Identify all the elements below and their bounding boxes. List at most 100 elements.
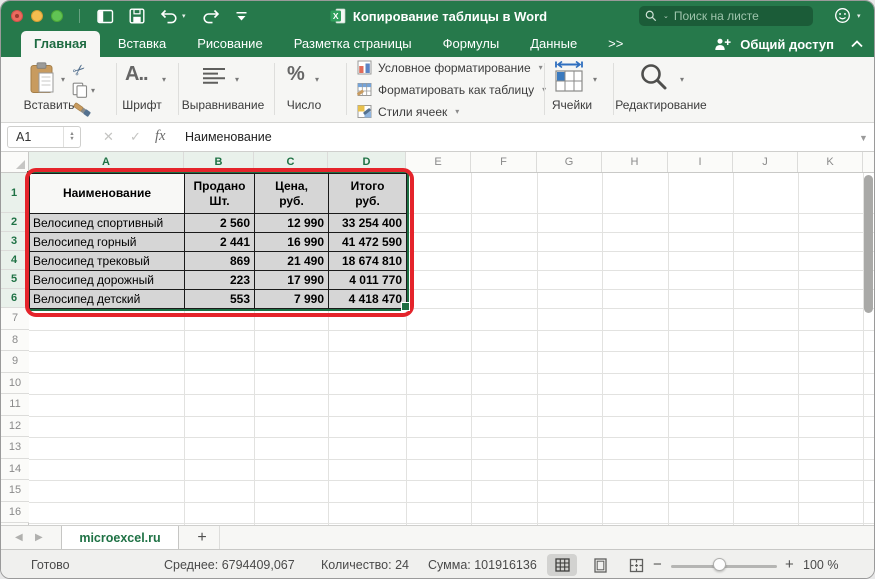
insert-function-icon[interactable]: fx [155, 128, 165, 145]
column-header-A[interactable]: A [29, 152, 184, 173]
tab-главная[interactable]: Главная [21, 31, 100, 57]
column-header-G[interactable]: G [537, 152, 602, 172]
cell-B5[interactable]: 223 [185, 271, 255, 290]
number-dropdown-icon[interactable]: ▾ [315, 75, 319, 84]
close-window-button[interactable] [11, 10, 23, 22]
conditional-formatting-button[interactable]: Условное форматирование▾ [357, 60, 543, 75]
row-header-7[interactable]: 7 [1, 308, 29, 330]
row-header-15[interactable]: 15 [1, 480, 29, 502]
search-scope-dropdown-icon[interactable]: ⌄ [663, 12, 669, 20]
paste-icon[interactable] [29, 62, 56, 95]
cut-icon[interactable]: ✂ [69, 59, 90, 81]
search-input[interactable] [672, 8, 792, 24]
column-header-I[interactable]: I [668, 152, 733, 172]
paste-dropdown-icon[interactable]: ▾ [61, 75, 65, 84]
cell-B4[interactable]: 869 [185, 252, 255, 271]
row-header-14[interactable]: 14 [1, 459, 29, 481]
row-header-8[interactable]: 8 [1, 330, 29, 352]
row-header-9[interactable]: 9 [1, 351, 29, 373]
format-as-table-button[interactable]: Форматировать как таблицу▾ [357, 82, 546, 97]
page-layout-view-button[interactable] [587, 554, 613, 576]
cells-dropdown-icon[interactable]: ▾ [593, 75, 597, 84]
next-sheet-icon[interactable]: ▶ [35, 532, 43, 543]
column-header-E[interactable]: E [406, 152, 471, 172]
name-box-stepper[interactable]: ▲▼ [63, 127, 80, 147]
cell-B3[interactable]: 2 441 [185, 233, 255, 252]
minimize-window-button[interactable] [31, 10, 43, 22]
tab-формулы[interactable]: Формулы [430, 31, 513, 57]
customize-toolbar-icon[interactable] [235, 10, 248, 22]
editing-icon[interactable] [639, 62, 669, 92]
cell-D4[interactable]: 18 674 810 [329, 252, 407, 271]
template-panel-icon[interactable] [97, 9, 114, 24]
column-header-J[interactable]: J [733, 152, 798, 172]
undo-dropdown-icon[interactable]: ▾ [182, 12, 186, 20]
column-header-F[interactable]: F [471, 152, 537, 172]
prev-sheet-icon[interactable]: ◀ [15, 532, 23, 543]
cells-icon[interactable] [554, 61, 584, 94]
vertical-scrollbar[interactable] [864, 175, 873, 313]
zoom-slider-thumb[interactable] [713, 558, 726, 571]
cell-A6[interactable]: Велосипед детский [30, 290, 185, 309]
column-header-H[interactable]: H [602, 152, 668, 172]
tab-разметка-страницы[interactable]: Разметка страницы [281, 31, 425, 57]
cell-D5[interactable]: 4 011 770 [329, 271, 407, 290]
alignment-dropdown-icon[interactable]: ▾ [235, 75, 239, 84]
copy-dropdown-icon[interactable]: ▾ [91, 86, 95, 95]
cell-C6[interactable]: 7 990 [255, 290, 329, 309]
save-icon[interactable] [129, 8, 145, 24]
alignment-group-label[interactable]: Выравнивание [173, 98, 273, 112]
tab--[interactable]: >> [595, 31, 636, 57]
cell-A3[interactable]: Велосипед горный [30, 233, 185, 252]
cell-C5[interactable]: 17 990 [255, 271, 329, 290]
name-box[interactable]: A1 ▲▼ [7, 126, 81, 148]
cell-D2[interactable]: 33 254 400 [329, 214, 407, 233]
alignment-icon[interactable] [202, 67, 226, 85]
paste-group-label[interactable]: Вставить [19, 98, 79, 112]
tab-данные[interactable]: Данные [517, 31, 590, 57]
share-button[interactable]: Общий доступ [740, 37, 834, 52]
column-header-D[interactable]: D [328, 152, 406, 173]
cell-A5[interactable]: Велосипед дорожный [30, 271, 185, 290]
row-header-16[interactable]: 16 [1, 502, 29, 524]
cancel-entry-icon[interactable]: ✕ [103, 129, 114, 145]
fill-handle[interactable] [401, 302, 410, 311]
row-header-6[interactable]: 6 [1, 289, 29, 308]
cell-A1[interactable]: Наименование [30, 174, 185, 214]
cell-A2[interactable]: Велосипед спортивный [30, 214, 185, 233]
add-sheet-button[interactable]: + [191, 526, 213, 550]
cell-styles-button[interactable]: Стили ячеек▾ [357, 104, 459, 119]
row-header-1[interactable]: 1 [1, 173, 29, 213]
cells-group-label[interactable]: Ячейки [547, 98, 597, 112]
row-header-5[interactable]: 5 [1, 270, 29, 289]
undo-icon[interactable]: ▾ [160, 9, 186, 24]
column-header-C[interactable]: C [254, 152, 328, 173]
column-header-K[interactable]: K [798, 152, 863, 172]
row-header-12[interactable]: 12 [1, 416, 29, 438]
font-icon[interactable]: A.. [125, 63, 148, 86]
normal-view-button[interactable] [547, 554, 577, 576]
row-header-2[interactable]: 2 [1, 213, 29, 232]
cell-C2[interactable]: 12 990 [255, 214, 329, 233]
page-break-view-button[interactable] [623, 554, 649, 576]
formula-bar-content[interactable]: Наименование [185, 130, 272, 144]
row-header-4[interactable]: 4 [1, 251, 29, 270]
confirm-entry-icon[interactable]: ✓ [130, 129, 141, 145]
number-group-label[interactable]: Число [276, 98, 332, 112]
cell-B2[interactable]: 2 560 [185, 214, 255, 233]
cell-D1[interactable]: Итого руб. [329, 174, 407, 214]
row-header-13[interactable]: 13 [1, 437, 29, 459]
cell-B1[interactable]: Продано Шт. [185, 174, 255, 214]
search-box[interactable]: ⌄ [639, 6, 813, 26]
sheet-tab-active[interactable]: microexcel.ru [61, 526, 179, 550]
column-header-B[interactable]: B [184, 152, 254, 173]
editing-dropdown-icon[interactable]: ▾ [680, 75, 684, 84]
row-header-10[interactable]: 10 [1, 373, 29, 395]
editing-group-label[interactable]: Редактирование [609, 98, 713, 112]
tab-вставка[interactable]: Вставка [105, 31, 179, 57]
tab-рисование[interactable]: Рисование [184, 31, 275, 57]
select-all-corner[interactable] [1, 152, 29, 172]
zoom-in-icon[interactable]: + [785, 556, 794, 573]
font-dropdown-icon[interactable]: ▾ [162, 75, 166, 84]
cell-B6[interactable]: 553 [185, 290, 255, 309]
